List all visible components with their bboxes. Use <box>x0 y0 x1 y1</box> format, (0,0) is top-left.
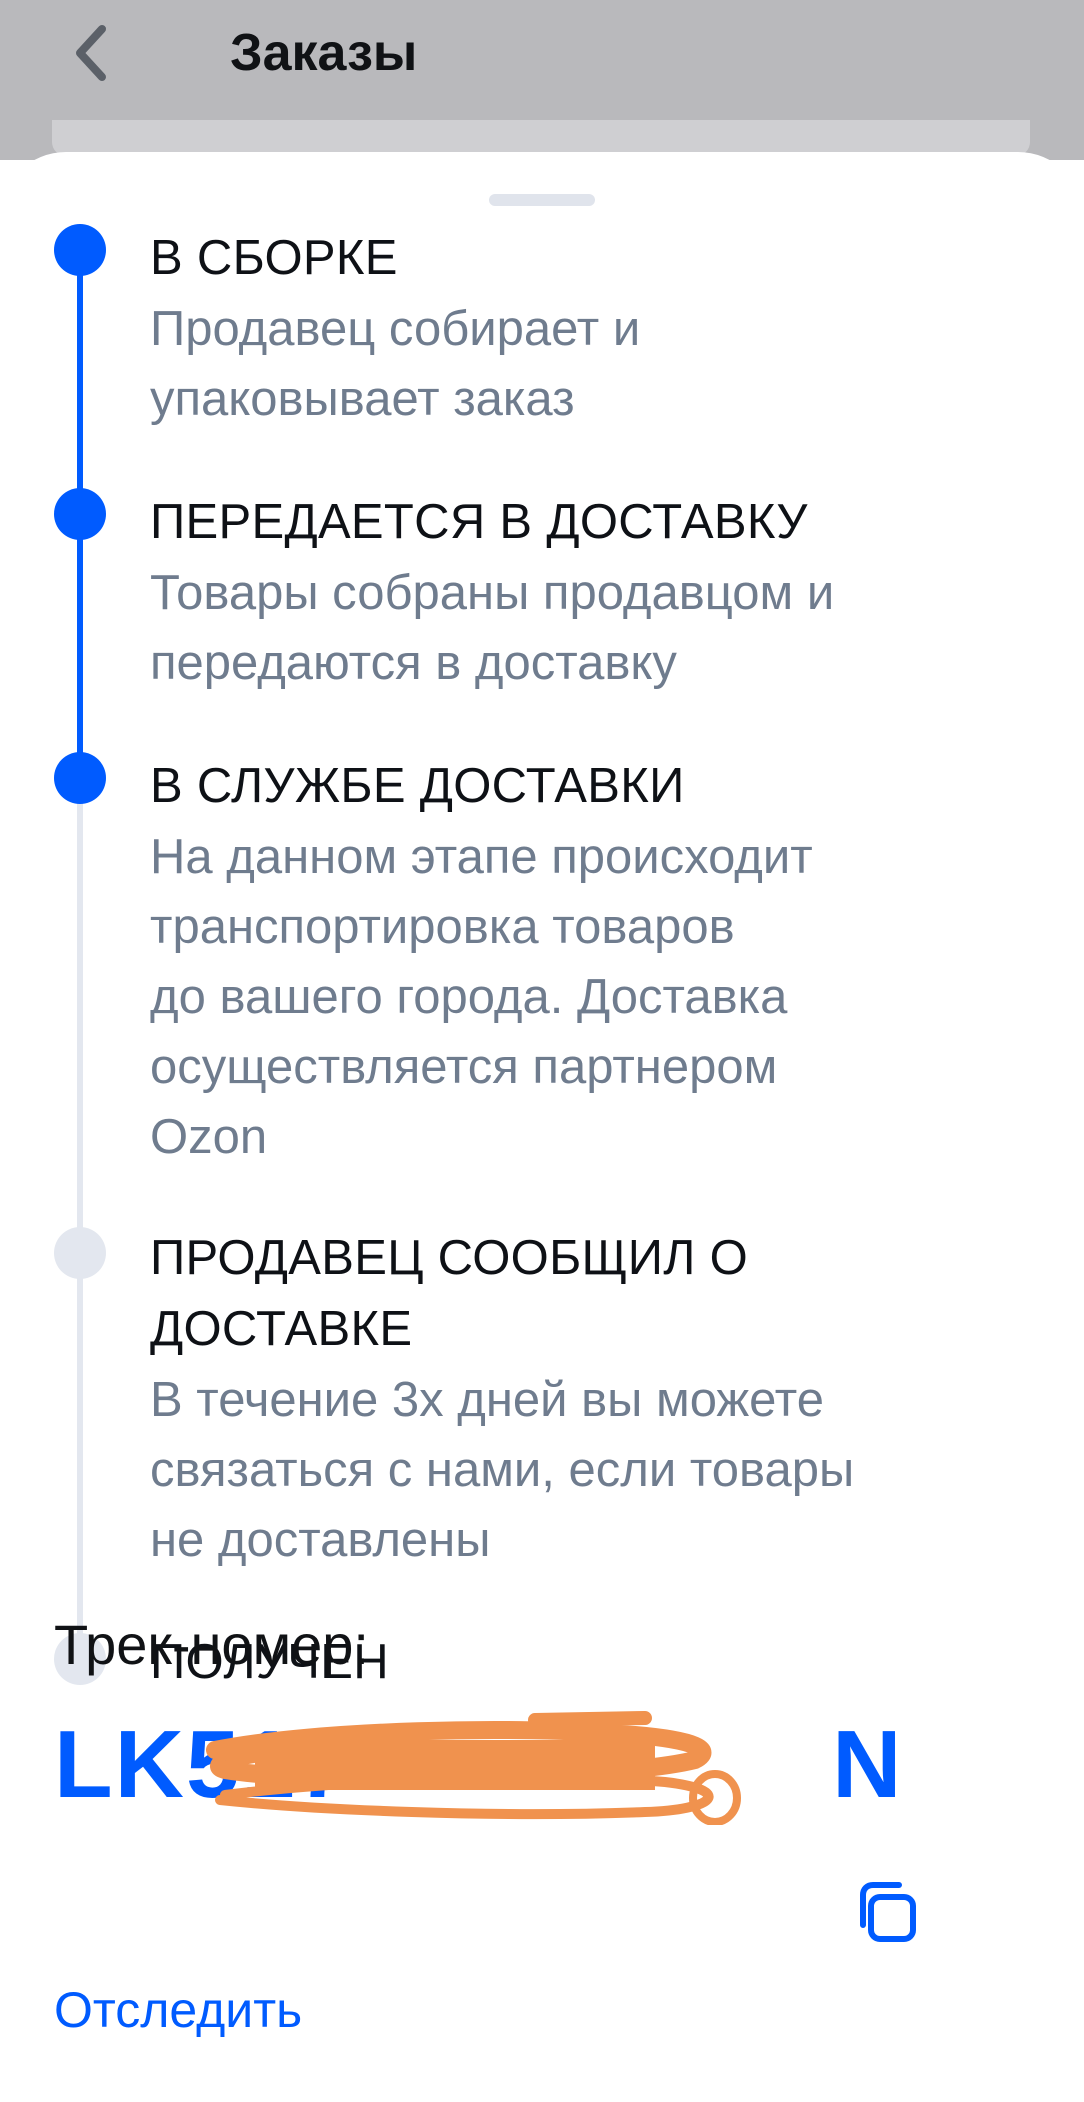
step-dot-active <box>54 488 106 540</box>
step-description-line: Ozon <box>150 1110 268 1164</box>
step-description-line: осуществляется партнером <box>150 1040 778 1094</box>
page-title: Заказы <box>230 24 418 82</box>
step-description-line: не доставлены <box>150 1513 491 1567</box>
step-title: В СБОРКЕ <box>150 231 398 285</box>
timeline-step: В СБОРКЕ Продавец собирает и упаковывает… <box>150 223 1030 434</box>
step-description-line: передаются в доставку <box>150 636 677 690</box>
chevron-left-icon <box>76 25 106 81</box>
step-description-line: транспортировка товаров <box>150 900 735 954</box>
step-description-line: В течение 3х дней вы можете <box>150 1373 824 1427</box>
step-title: ПРОДАВЕЦ СООБЩИЛ О <box>150 1231 749 1285</box>
copy-button[interactable] <box>848 1874 924 1950</box>
sheet-drag-handle[interactable] <box>489 194 595 206</box>
back-button[interactable] <box>62 18 122 88</box>
step-description-line: Продавец собирает и <box>150 302 641 356</box>
screen: Заказы В СБОРКЕ Продавец собирает и упак… <box>0 0 1084 2102</box>
step-dot-active <box>54 752 106 804</box>
timeline-step: В СЛУЖБЕ ДОСТАВКИ На данном этапе происх… <box>150 751 1030 1172</box>
tracking-number-suffix: N <box>832 1711 904 1818</box>
timeline-step: ПРОДАВЕЦ СООБЩИЛ О ДОСТАВКЕ В течение 3х… <box>150 1223 1030 1575</box>
header-bar: Заказы <box>0 0 1084 160</box>
step-title: В СЛУЖБЕ ДОСТАВКИ <box>150 759 685 813</box>
track-link[interactable]: Отследить <box>54 1975 302 2045</box>
step-dot-inactive <box>54 1227 106 1279</box>
background-card <box>52 120 1030 156</box>
step-dot-active <box>54 224 106 276</box>
timeline-line-pending <box>77 780 83 1650</box>
step-description-line: На данном этапе происходит <box>150 830 813 884</box>
redaction-scribble <box>206 1711 741 1825</box>
step-description-line: связаться с нами, если товары <box>150 1443 855 1497</box>
step-description-line: Товары собраны продавцом и <box>150 566 835 620</box>
step-title: ПЕРЕДАЕТСЯ В ДОСТАВКУ <box>150 495 808 549</box>
copy-icon <box>860 1882 916 1942</box>
timeline-step: ПЕРЕДАЕТСЯ В ДОСТАВКУ Товары собраны про… <box>150 487 1030 698</box>
step-description-line: до вашего города. Доставка <box>150 970 788 1024</box>
step-title: ДОСТАВКЕ <box>150 1302 413 1356</box>
step-description-line: упаковывает заказ <box>150 372 575 426</box>
tracking-label: Трек-номер: <box>54 1613 369 1676</box>
